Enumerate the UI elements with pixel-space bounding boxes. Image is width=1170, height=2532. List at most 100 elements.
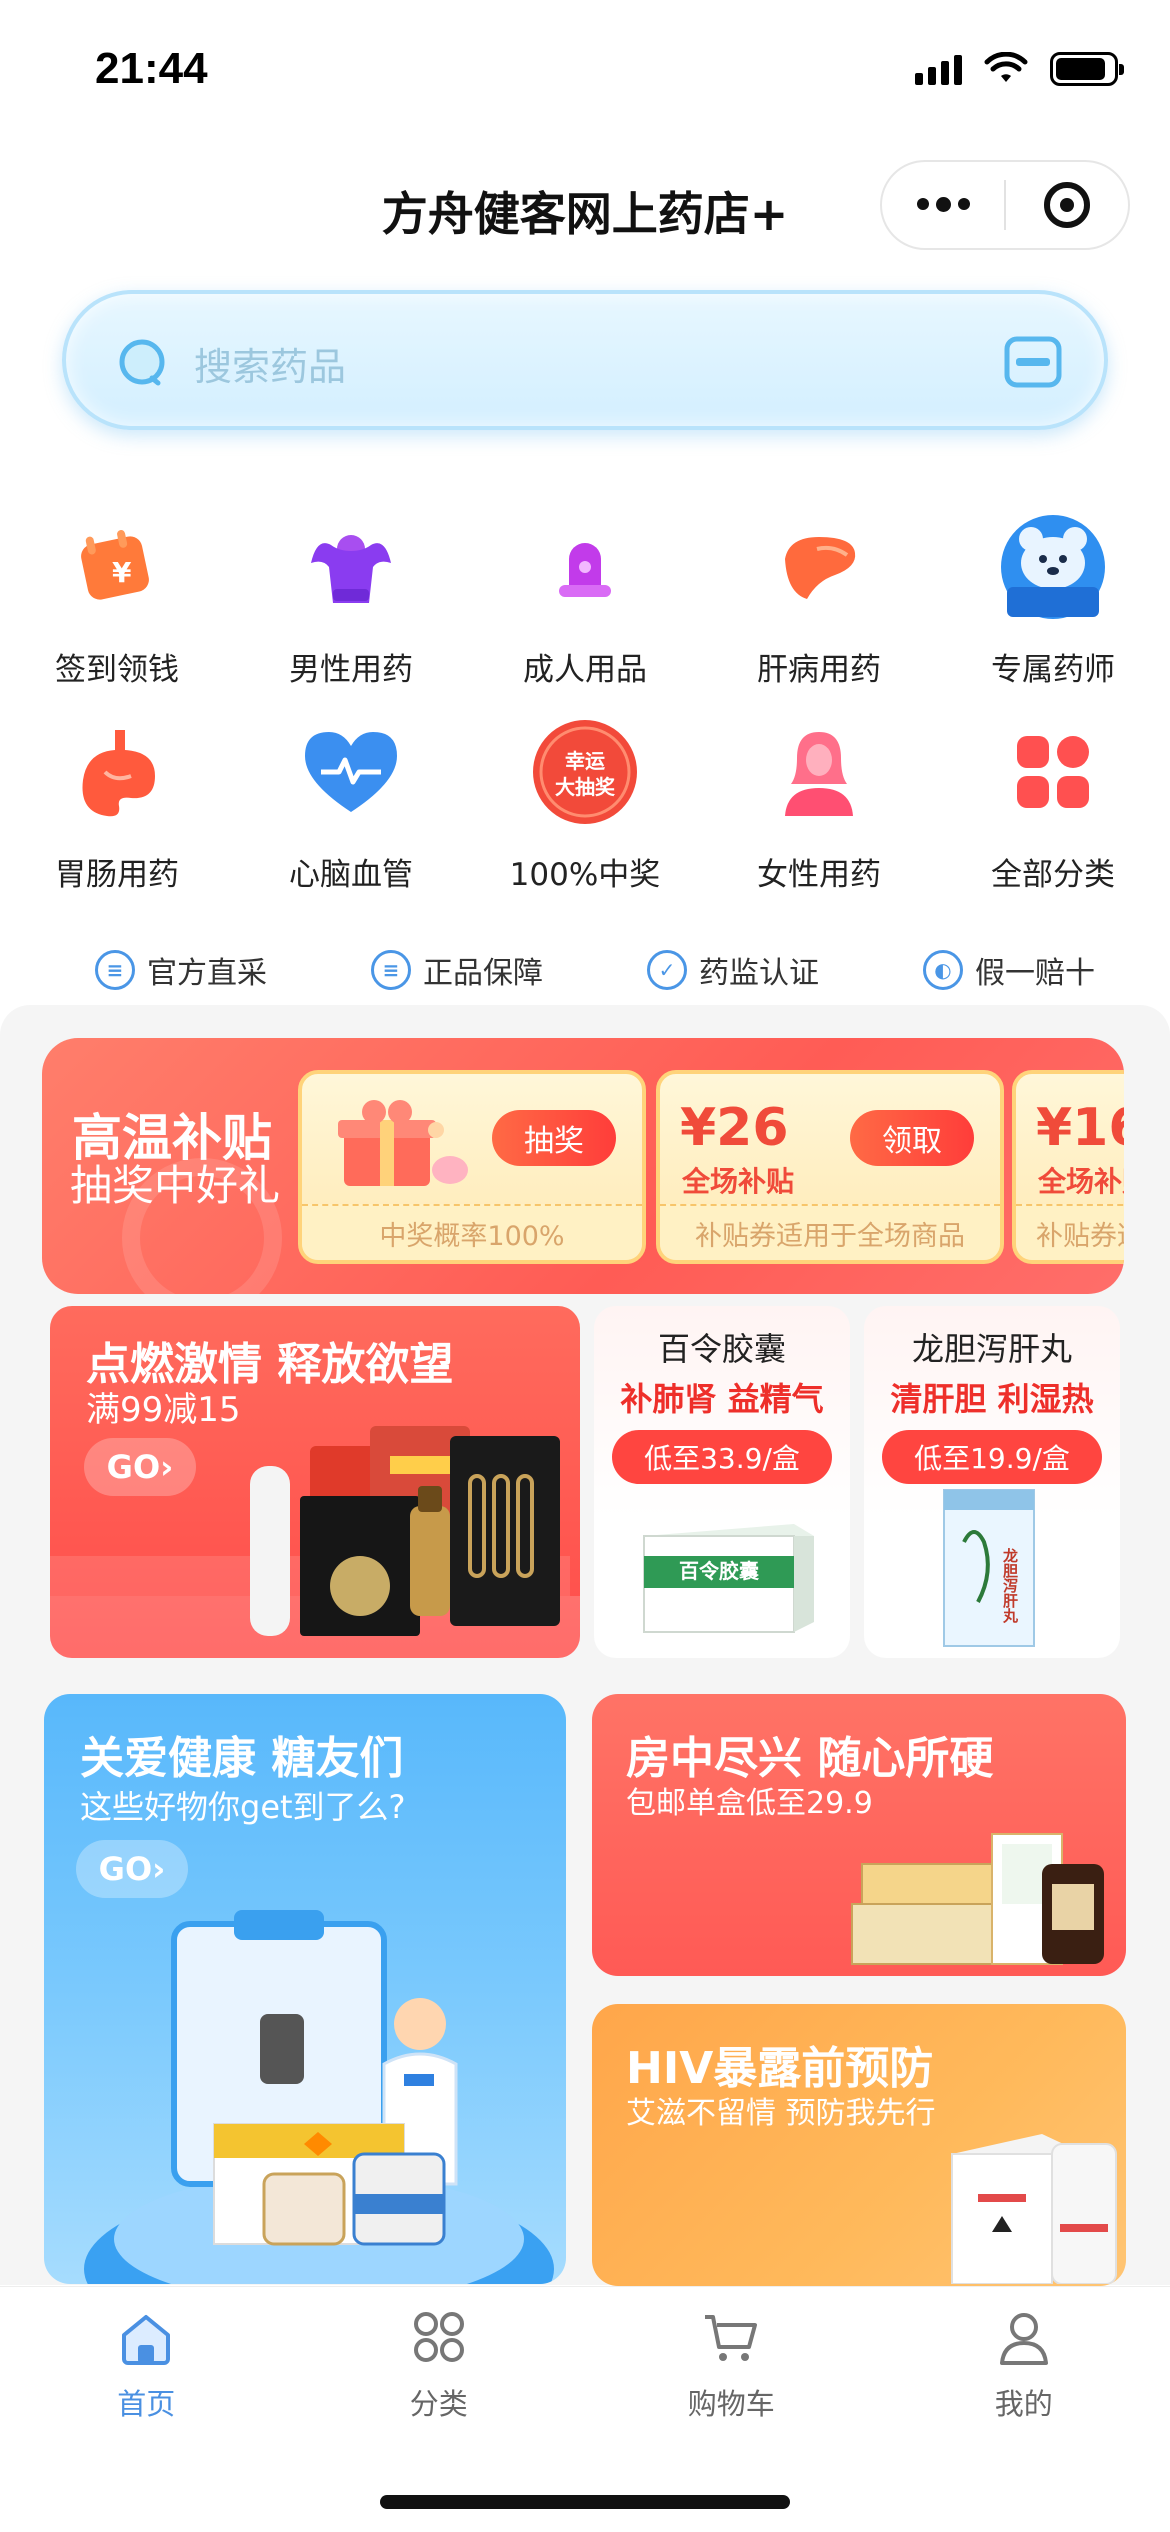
battery-icon (1050, 52, 1124, 86)
lottery-button[interactable]: 抽奖 (492, 1110, 616, 1166)
pharmacist-bear-icon (998, 512, 1108, 622)
banner-subtitle: 满99减15 (86, 1390, 241, 1430)
hiv-prevention-banner[interactable]: HIV暴露前预防 艾滋不留情 预防我先行 (592, 2004, 1126, 2286)
category-label: 全部分类 (991, 857, 1115, 893)
category-label: 100%中奖 (509, 857, 661, 893)
category-lucky-draw[interactable]: 幸运 大抽奖 100%中奖 (468, 717, 702, 922)
product-price-badge: 低至19.9/盒 (882, 1430, 1102, 1484)
tab-label: 我的 (994, 2387, 1053, 2421)
product-box-label: 百令胶囊 (679, 1559, 759, 1583)
coupon-card-partial[interactable]: ¥16 全场补贴 补贴券适用于全场商品 (1012, 1070, 1124, 1264)
status-icons (915, 52, 1124, 86)
category-label: 肝病用药 (757, 652, 881, 688)
guarantee-label: 药监认证 (699, 956, 819, 991)
target-close-icon (1044, 182, 1090, 228)
category-label: 女性用药 (757, 857, 881, 893)
tcm-kidney-banner[interactable]: 房中尽兴 随心所硬 包邮单盒低至29.9 (592, 1694, 1126, 1976)
lucky-draw-icon: 幸运 大抽奖 (530, 717, 640, 827)
lottery-card[interactable]: 抽奖 中奖概率100% (298, 1070, 646, 1264)
category-row: ¥ 签到领钱 男性用药 成人用品 肝病用药 专属药师 (0, 512, 1170, 717)
status-bar: 21:44 (0, 0, 1170, 140)
shield-icon: ≡ (371, 950, 411, 990)
category-all[interactable]: 全部分类 (936, 717, 1170, 922)
guarantee-item: ≡ 官方直采 (95, 948, 267, 992)
search-bar[interactable]: 搜索药品 (62, 290, 1108, 430)
bottom-tab-bar: 首页 分类 购物车 我的 (0, 2286, 1170, 2532)
close-miniprogram-button[interactable] (1006, 162, 1128, 248)
guarantee-item: ≡ 正品保障 (371, 948, 543, 992)
tab-category[interactable]: 分类 (293, 2287, 586, 2437)
grid-circles-icon (413, 2312, 464, 2362)
mini-program-capsule (880, 160, 1130, 250)
category-grid: ¥ 签到领钱 男性用药 成人用品 肝病用药 专属药师 胃肠用药 心脑血管 幸运 … (0, 512, 1170, 922)
category-row: 胃肠用药 心脑血管 幸运 大抽奖 100%中奖 女性用药 全部分类 (0, 717, 1170, 922)
tab-list: 首页 分类 购物车 我的 (0, 2287, 1170, 2437)
more-dots-icon (916, 197, 970, 212)
diabetes-products-image (171, 1910, 458, 2246)
tcm-products-image (851, 1833, 1104, 1965)
tab-cart[interactable]: 购物车 (585, 2287, 878, 2437)
guarantee-item: ◐ 假一赔十 (923, 948, 1095, 992)
stomach-icon (62, 717, 172, 827)
svg-text:大抽奖: 大抽奖 (555, 775, 616, 799)
cart-icon (705, 2315, 758, 2361)
adult-products-banner[interactable]: 点燃激情 释放欲望 满99减15 GO› (50, 1306, 580, 1658)
go-button[interactable]: GO› (76, 1840, 188, 1898)
tab-label: 分类 (409, 2387, 468, 2421)
go-button[interactable]: GO› (84, 1438, 196, 1496)
diabetes-care-banner[interactable]: 关爱健康 糖友们 这些好物你get到了么? GO› (44, 1694, 566, 2284)
all-categories-icon (998, 717, 1108, 827)
category-cardio[interactable]: 心脑血管 (234, 717, 468, 922)
liver-icon (764, 512, 874, 622)
card-footer: 补贴券适用于全场商品 (1016, 1204, 1124, 1260)
product-box-image: 百令胶囊 (643, 1524, 814, 1633)
guarantee-label: 官方直采 (147, 956, 267, 991)
more-button[interactable] (882, 162, 1004, 248)
product-card[interactable]: 龙胆泻肝丸 清肝胆 利湿热 低至19.9/盒 龙胆泻肝丸 (864, 1306, 1120, 1658)
checkin-coin-icon: ¥ (62, 512, 172, 622)
guarantee-label: 假一赔十 (975, 956, 1095, 991)
product-price-badge: 低至33.9/盒 (612, 1430, 832, 1484)
home-icon (122, 2315, 171, 2365)
card-footer: 补贴券适用于全场商品 (660, 1204, 1000, 1260)
wifi-icon (984, 52, 1028, 82)
search-placeholder: 搜索药品 (194, 345, 347, 389)
product-card[interactable]: 百令胶囊 补肺肾 益精气 低至33.9/盒 百令胶囊 (594, 1306, 850, 1658)
promo-subtitle: 抽奖中好礼 (70, 1161, 281, 1210)
condom-icon (530, 512, 640, 622)
cellular-signal-icon (915, 53, 962, 85)
promo-banner[interactable]: 高温补贴 抽奖中好礼 抽奖 中奖概率100% ¥26 全场补贴 领取 补贴券适用… (42, 1038, 1124, 1294)
banner-title: 房中尽兴 随心所硬 (626, 1733, 994, 1784)
coupon-desc: 全场补贴 (682, 1165, 795, 1198)
home-indicator (380, 2495, 790, 2509)
category-pharmacist[interactable]: 专属药师 (936, 512, 1170, 717)
search-icon (119, 339, 165, 386)
product-box-label: 龙胆泻肝丸 (1001, 1547, 1019, 1624)
category-label: 心脑血管 (289, 857, 413, 893)
product-box-image: 龙胆泻肝丸 (943, 1489, 1035, 1647)
woman-icon (764, 717, 874, 827)
guarantee-strip: ≡ 官方直采 ≡ 正品保障 ✓ 药监认证 ◐ 假一赔十 (95, 948, 1095, 992)
card-footer: 中奖概率100% (302, 1204, 642, 1260)
category-adult[interactable]: 成人用品 (468, 512, 702, 717)
hiv-medicine-image (951, 2134, 1117, 2284)
coupon-card[interactable]: ¥26 全场补贴 领取 补贴券适用于全场商品 (656, 1070, 1004, 1264)
scan-icon[interactable] (1004, 336, 1062, 388)
claim-button[interactable]: 领取 (850, 1110, 974, 1166)
category-label: 成人用品 (523, 652, 647, 688)
category-liver[interactable]: 肝病用药 (702, 512, 936, 717)
category-male[interactable]: 男性用药 (234, 512, 468, 717)
category-gastro[interactable]: 胃肠用药 (0, 717, 234, 922)
category-checkin[interactable]: ¥ 签到领钱 (0, 512, 234, 717)
category-label: 胃肠用药 (55, 857, 179, 893)
tab-label: 首页 (117, 2387, 176, 2421)
tab-profile[interactable]: 我的 (878, 2287, 1170, 2437)
banner-title: 关爱健康 糖友们 (80, 1733, 404, 1784)
product-name: 百令胶囊 (657, 1330, 786, 1368)
svg-text:¥: ¥ (112, 556, 132, 589)
status-time: 21:44 (95, 44, 208, 93)
muscle-man-icon (296, 512, 406, 622)
tab-home[interactable]: 首页 (0, 2287, 293, 2437)
banner-subtitle: 这些好物你get到了么? (80, 1788, 406, 1826)
category-female[interactable]: 女性用药 (702, 717, 936, 922)
